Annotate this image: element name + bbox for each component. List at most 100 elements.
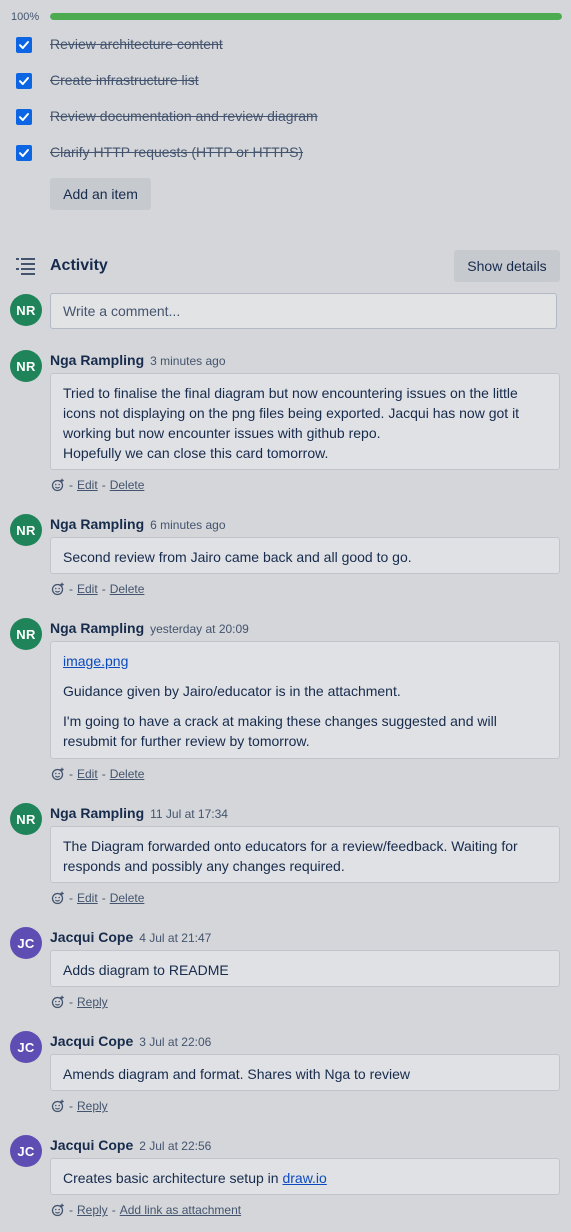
comment-text-line: responds and possibly any changes requir…	[63, 858, 345, 874]
reply-link[interactable]: Reply	[77, 1099, 108, 1113]
progress-bar-fill	[50, 13, 562, 20]
activity-list-icon	[16, 258, 35, 275]
checklist-item[interactable]: Review documentation and review diagram	[16, 106, 536, 128]
activity-title: Activity	[50, 257, 108, 274]
checkbox-checked[interactable]	[16, 145, 32, 161]
comment-header: Nga Rampling 11 Jul at 17:34	[50, 805, 228, 823]
comment-text-line: Amends diagram and format. Shares with N…	[63, 1066, 411, 1082]
comment-author[interactable]: Nga Rampling	[50, 620, 144, 636]
reply-link[interactable]: Reply	[77, 1203, 108, 1217]
checklist-item-label[interactable]: Create infrastructure list	[50, 72, 199, 88]
comment-actions: - Edit - Delete	[51, 582, 144, 596]
comment-input[interactable]: Write a comment...	[50, 293, 557, 329]
comment-actions: - Edit - Delete	[51, 891, 144, 905]
checklist-item[interactable]: Clarify HTTP requests (HTTP or HTTPS)	[16, 142, 536, 164]
add-reaction-icon[interactable]	[51, 891, 65, 905]
checkbox-checked[interactable]	[16, 73, 32, 89]
delete-link[interactable]: Delete	[110, 478, 145, 492]
add-reaction-icon[interactable]	[51, 995, 65, 1009]
comment-text-line: The Diagram forwarded onto educators for…	[63, 838, 518, 854]
edit-link[interactable]: Edit	[77, 478, 98, 492]
comment-body: Tried to finalise the final diagram but …	[50, 373, 560, 470]
drawio-link[interactable]: draw.io	[282, 1170, 326, 1186]
delete-link[interactable]: Delete	[110, 767, 145, 781]
check-icon	[19, 77, 29, 85]
add-reaction-icon[interactable]	[51, 582, 65, 596]
check-icon	[19, 113, 29, 121]
add-item-button[interactable]: Add an item	[50, 178, 151, 210]
comment-text: Creates basic architecture setup in	[63, 1170, 283, 1186]
comment-header: Jacqui Cope 4 Jul at 21:47	[50, 929, 211, 947]
comment-text-line: Adds diagram to README	[63, 962, 229, 978]
checklist-item[interactable]: Create infrastructure list	[16, 70, 536, 92]
comment-header: Nga Rampling 3 minutes ago	[50, 352, 226, 370]
comment-header: Jacqui Cope 2 Jul at 22:56	[50, 1137, 211, 1155]
comment-text-line: Hopefully we can close this card tomorro…	[63, 445, 329, 461]
comment-actions: - Reply - Add link as attachment	[51, 1203, 241, 1217]
comment-timestamp[interactable]: 4 Jul at 21:47	[139, 931, 211, 945]
comment-text-line: Tried to finalise the final diagram but …	[63, 385, 518, 401]
avatar[interactable]: NR	[10, 618, 42, 650]
checkbox-checked[interactable]	[16, 37, 32, 53]
comment-body: Adds diagram to README	[50, 950, 560, 987]
avatar[interactable]: JC	[10, 1031, 42, 1063]
delete-link[interactable]: Delete	[110, 582, 145, 596]
comment-timestamp[interactable]: 6 minutes ago	[150, 518, 225, 532]
comment-timestamp[interactable]: 3 Jul at 22:06	[139, 1035, 211, 1049]
comment-timestamp[interactable]: 2 Jul at 22:56	[139, 1139, 211, 1153]
check-icon	[19, 41, 29, 49]
comment-actions: - Reply	[51, 1099, 108, 1113]
progress-bar	[50, 13, 562, 20]
add-reaction-icon[interactable]	[51, 478, 65, 492]
add-reaction-icon[interactable]	[51, 767, 65, 781]
check-icon	[19, 149, 29, 157]
comment-text-line: icons not displaying on the png files be…	[63, 405, 520, 421]
comment-body: The Diagram forwarded onto educators for…	[50, 826, 560, 883]
comment-header: Jacqui Cope 3 Jul at 22:06	[50, 1033, 211, 1051]
comment-author[interactable]: Jacqui Cope	[50, 929, 133, 945]
comment-timestamp[interactable]: 3 minutes ago	[150, 354, 225, 368]
avatar[interactable]: NR	[10, 350, 42, 382]
comment-header: Nga Rampling yesterday at 20:09	[50, 620, 249, 638]
avatar[interactable]: JC	[10, 1135, 42, 1167]
comment-body: Creates basic architecture setup in draw…	[50, 1158, 560, 1195]
checklist-item-label[interactable]: Review architecture content	[50, 36, 223, 52]
attachment-link[interactable]: image.png	[63, 653, 128, 669]
comment-text-line: working but now encounter issues with gi…	[63, 425, 381, 441]
comment-text-line: I'm going to have a crack at making thes…	[63, 713, 497, 729]
avatar[interactable]: NR	[10, 803, 42, 835]
comment-text-line: resubmit for further review by tomorrow.	[63, 733, 310, 749]
comment-author[interactable]: Nga Rampling	[50, 805, 144, 821]
add-reaction-icon[interactable]	[51, 1099, 65, 1113]
checklist-item[interactable]: Review architecture content	[16, 34, 536, 56]
comment-text-line: Guidance given by Jairo/educator is in t…	[63, 683, 401, 699]
comment-author[interactable]: Jacqui Cope	[50, 1137, 133, 1153]
checklist-item-label[interactable]: Clarify HTTP requests (HTTP or HTTPS)	[50, 144, 303, 160]
reply-link[interactable]: Reply	[77, 995, 108, 1009]
comment-author[interactable]: Jacqui Cope	[50, 1033, 133, 1049]
comment-body: image.png Guidance given by Jairo/educat…	[50, 641, 560, 759]
add-link-as-attachment-link[interactable]: Add link as attachment	[120, 1203, 241, 1217]
checkbox-checked[interactable]	[16, 109, 32, 125]
progress-percentage: 100%	[11, 11, 40, 23]
comment-author[interactable]: Nga Rampling	[50, 516, 144, 532]
checklist-item-label[interactable]: Review documentation and review diagram	[50, 108, 318, 124]
comment-actions: - Reply	[51, 995, 108, 1009]
delete-link[interactable]: Delete	[110, 891, 145, 905]
comment-actions: - Edit - Delete	[51, 767, 144, 781]
show-details-button[interactable]: Show details	[454, 250, 560, 282]
comment-actions: - Edit - Delete	[51, 478, 144, 492]
comment-body: Second review from Jairo came back and a…	[50, 537, 560, 574]
comment-timestamp[interactable]: yesterday at 20:09	[150, 622, 249, 636]
edit-link[interactable]: Edit	[77, 891, 98, 905]
edit-link[interactable]: Edit	[77, 582, 98, 596]
avatar[interactable]: NR	[10, 294, 42, 326]
edit-link[interactable]: Edit	[77, 767, 98, 781]
comment-text-line: Second review from Jairo came back and a…	[63, 549, 412, 565]
avatar[interactable]: NR	[10, 514, 42, 546]
comment-timestamp[interactable]: 11 Jul at 17:34	[150, 807, 228, 821]
avatar[interactable]: JC	[10, 927, 42, 959]
comment-author[interactable]: Nga Rampling	[50, 352, 144, 368]
add-reaction-icon[interactable]	[51, 1203, 65, 1217]
checklist-progress: 100%	[11, 10, 563, 24]
